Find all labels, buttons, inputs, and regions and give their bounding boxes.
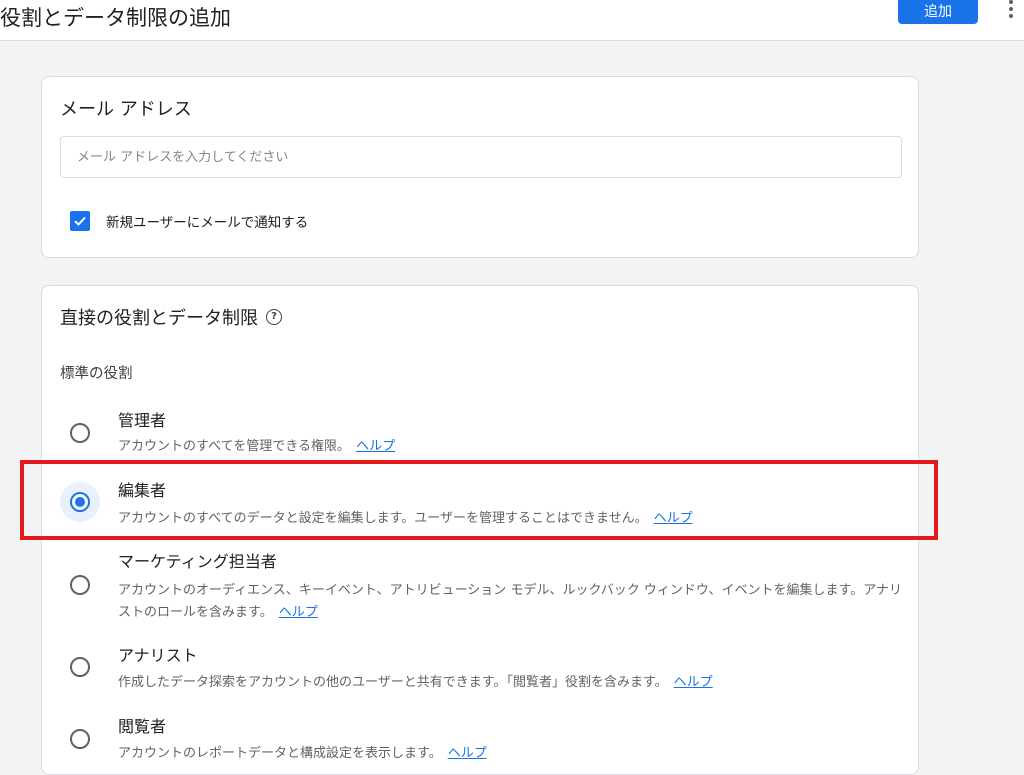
roles-card-title: 直接の役割とデータ制限 ? [60,304,282,330]
role-desc-text: 作成したデータ探索をアカウントの他のユーザーと共有できます。「閲覧者」役割を含み… [118,675,668,690]
notify-checkbox[interactable] [70,211,90,231]
role-radio-viewer[interactable] [70,729,90,749]
role-description: アカウントのすべてを管理できる権限。 ヘルプ [118,436,903,458]
role-name: アナリスト [118,646,198,665]
notify-checkbox-label: 新規ユーザーにメールで通知する [106,215,309,231]
role-name: 管理者 [118,411,167,430]
role-description: 作成したデータ探索をアカウントの他のユーザーと共有できます。「閲覧者」役割を含み… [118,672,903,694]
help-circle-icon[interactable]: ? [266,309,282,325]
role-desc-text: アカウントのすべてを管理できる権限。 [118,439,351,454]
roles-card-title-text: 直接の役割とデータ制限 [60,308,258,329]
role-name: 閲覧者 [118,717,167,736]
page-title: 役割とデータ制限の追加 [0,6,231,30]
add-button[interactable]: 追加 [898,0,978,24]
email-input[interactable] [60,136,902,178]
role-desc-text: アカウントのオーディエンス、キーイベント、アトリビューション モデル、ルックバッ… [118,583,902,620]
check-icon [74,216,86,226]
top-bar: 役割とデータ制限の追加 追加 [0,0,1024,41]
editor-highlight-box [20,460,938,540]
role-description: アカウントのオーディエンス、キーイベント、アトリビューション モデル、ルックバッ… [118,580,903,624]
role-help-link[interactable]: ヘルプ [356,439,395,454]
role-radio-marketer[interactable] [70,575,90,595]
role-name: マーケティング担当者 [118,552,277,571]
role-description: アカウントのレポートデータと構成設定を表示します。 ヘルプ [118,743,903,765]
role-radio-analyst[interactable] [70,657,90,677]
role-help-link[interactable]: ヘルプ [279,605,318,620]
email-card: メール アドレス 新規ユーザーにメールで通知する [41,76,919,258]
role-radio-admin[interactable] [70,423,90,443]
role-help-link[interactable]: ヘルプ [674,675,713,690]
standard-roles-label: 標準の役割 [60,366,133,382]
more-vert-icon[interactable] [1005,0,1017,18]
email-card-title: メール アドレス [60,99,192,120]
